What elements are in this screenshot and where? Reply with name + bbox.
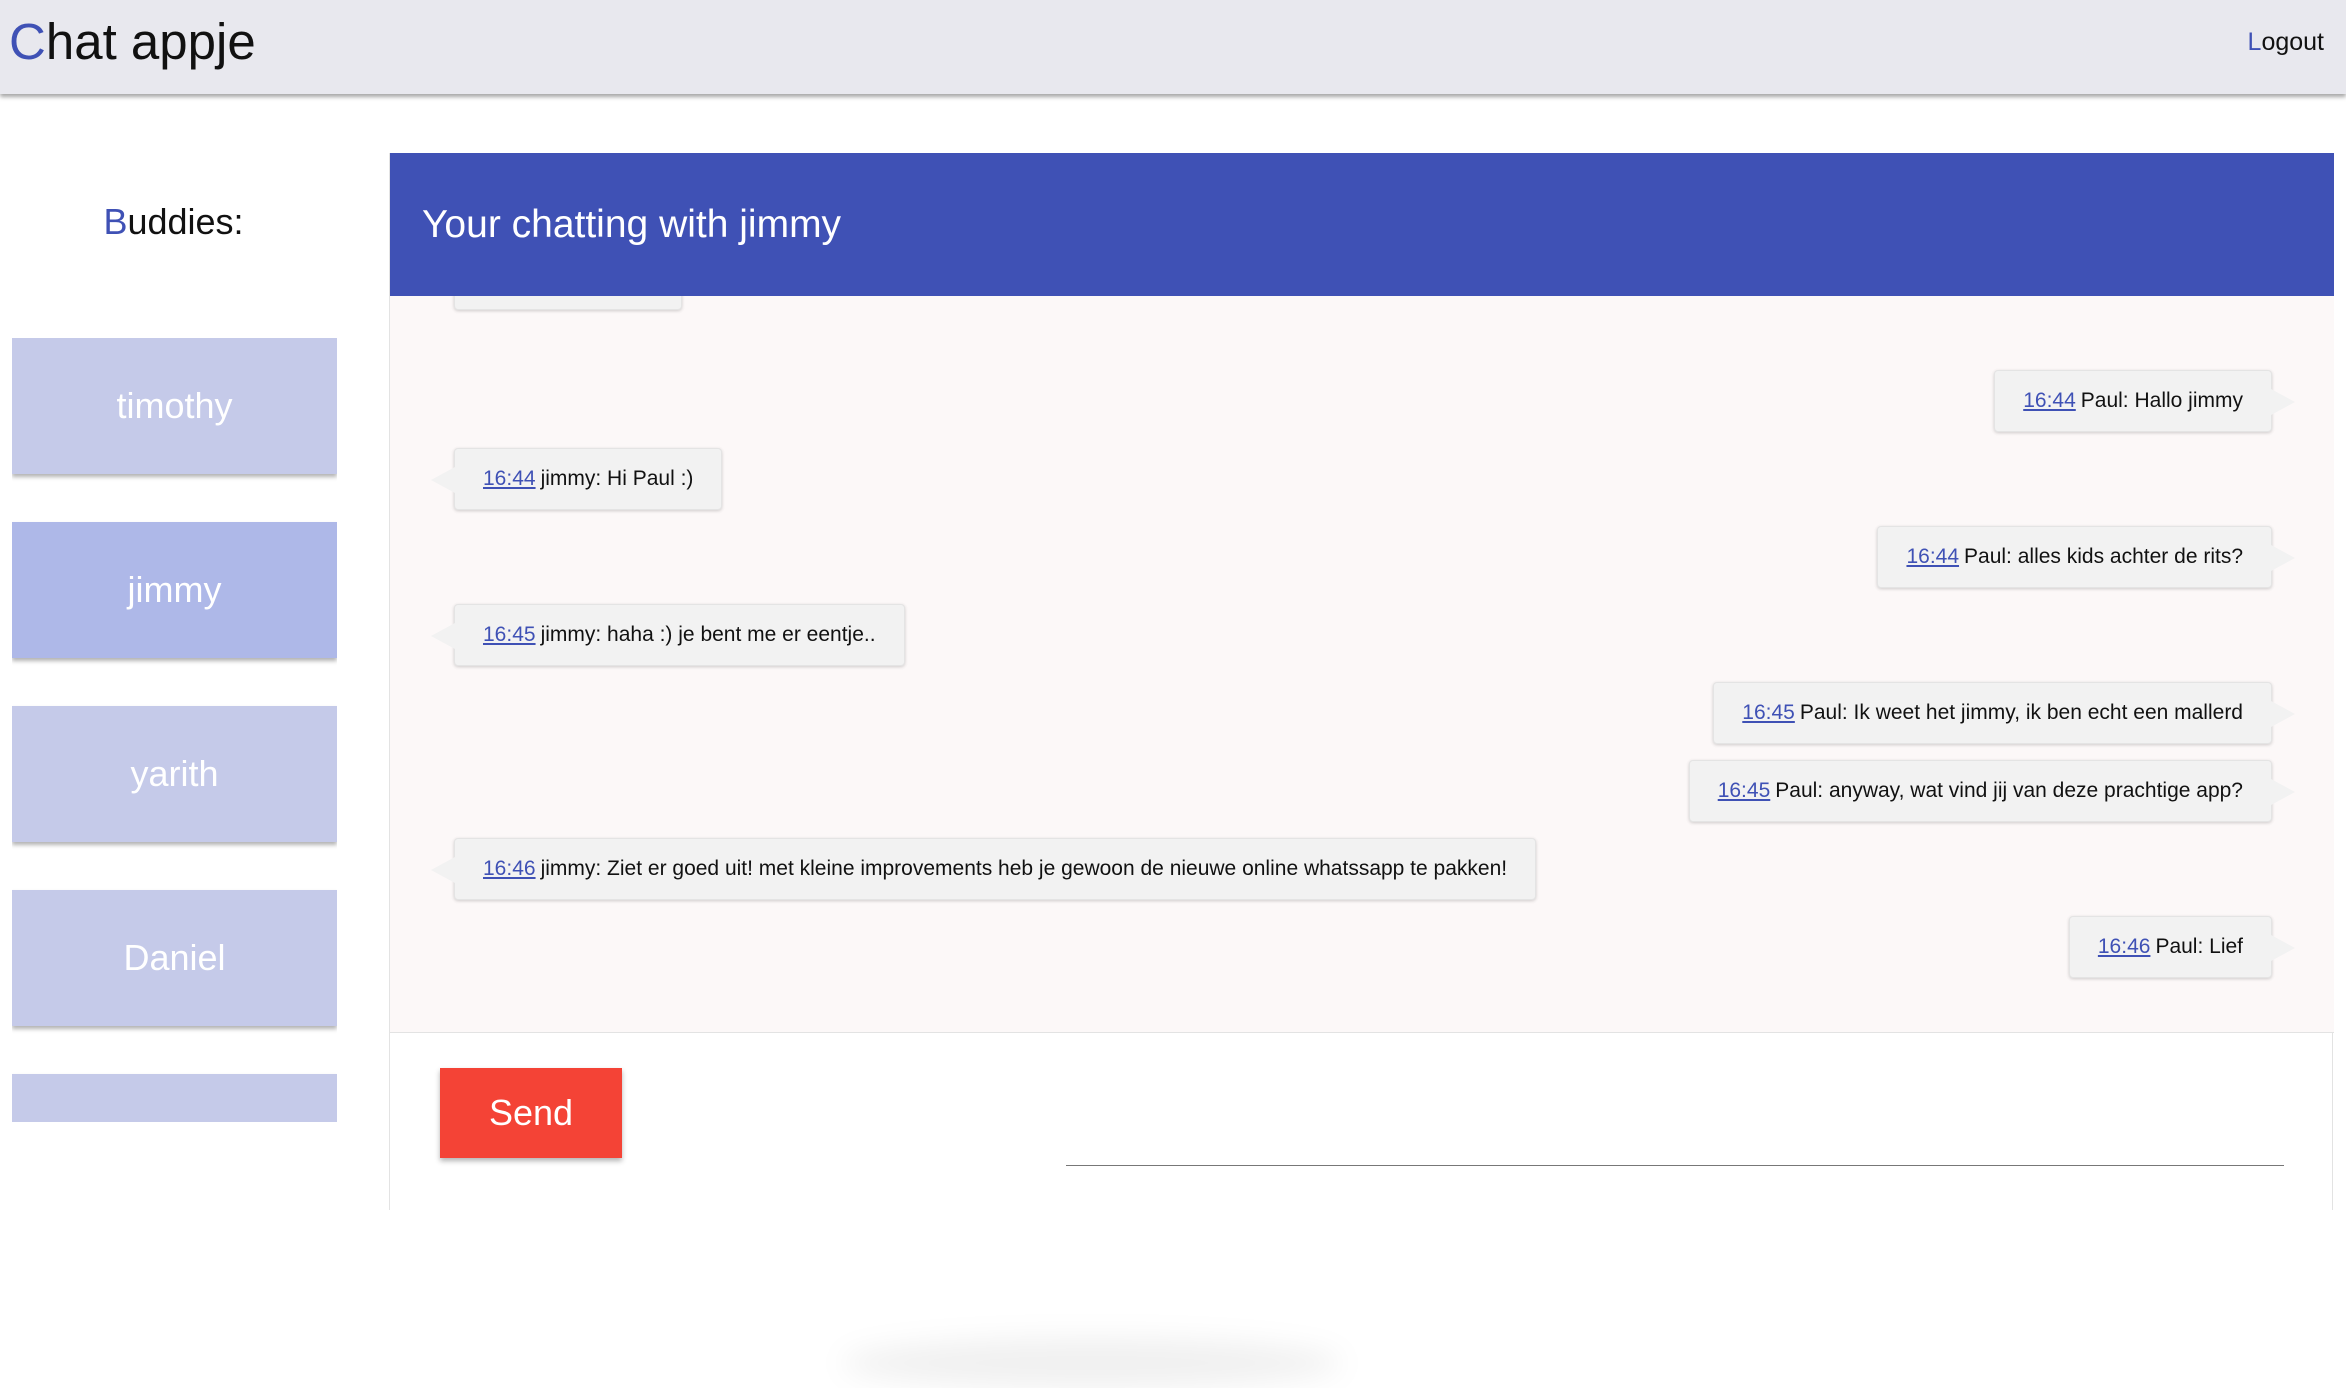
buddy-name: timothy xyxy=(116,385,233,426)
message-bubble: 16:44 Paul: alles kids achter de rits? xyxy=(1877,526,2295,588)
message-bubble: 16:46 jimmy: Ziet er goed uit! met kleine… xyxy=(430,838,1537,900)
logout-rest: ogout xyxy=(2261,28,2324,56)
send-button[interactable]: Send xyxy=(440,1068,622,1158)
message-bubble: 16:45 Paul: Ik weet het jimmy, ik ben ech… xyxy=(1713,682,2295,744)
message-time-link[interactable]: 16:45 xyxy=(483,623,536,646)
message-list[interactable]: 16:44 Paul: Hallo jimmy 16:44 jimmy: Hi Pa… xyxy=(390,296,2334,1033)
message-text: jimmy: Hi Paul :) xyxy=(540,467,694,490)
chat-title: Your chatting with jimmy xyxy=(390,153,2334,296)
buddy-name: yarith xyxy=(130,753,219,794)
message-bubble: 16:44 Paul: Hallo jimmy xyxy=(1994,370,2295,432)
buddy-item-partial[interactable] xyxy=(12,1074,337,1122)
buddies-heading-initial: B xyxy=(103,201,128,242)
message-time-link[interactable]: 16:45 xyxy=(1742,701,1795,724)
logout-initial: L xyxy=(2247,28,2262,56)
chat-panel: Your chatting with jimmy 16:44 Paul: Hall… xyxy=(389,153,2334,1388)
message-time-link[interactable]: 16:45 xyxy=(1718,779,1771,802)
buddies-heading-rest: uddies: xyxy=(127,201,244,242)
message-text: Paul: Ik weet het jimmy, ik ben echt een… xyxy=(1799,701,2243,724)
message-time-link[interactable]: 16:44 xyxy=(483,467,536,490)
message-bubble: 16:45 jimmy: haha :) je bent me er eentje… xyxy=(431,604,905,666)
message-text: Paul: Hallo jimmy xyxy=(2080,389,2243,412)
message-text: Paul: alles kids achter de rits? xyxy=(1964,545,2243,568)
buddies-heading: Buddies: xyxy=(0,198,347,246)
message-time-link[interactable]: 16:46 xyxy=(2098,935,2151,958)
buddy-name: jimmy xyxy=(127,569,222,610)
message-time-link[interactable]: 16:46 xyxy=(483,857,536,880)
message-input[interactable] xyxy=(1066,1128,2284,1166)
app-title: Chat appje xyxy=(9,12,256,72)
message-text: jimmy: Ziet er goed uit! met kleine impr… xyxy=(540,857,1508,880)
logout-link[interactable]: Logout xyxy=(2248,26,2324,58)
app-title-initial: C xyxy=(9,13,46,70)
message-bubble: 16:44 jimmy: Hi Paul :) xyxy=(430,448,723,510)
message-time-link[interactable]: 16:44 xyxy=(2023,389,2076,412)
buddy-item-yarith[interactable]: yarith xyxy=(12,706,337,842)
buddy-list: timothy jimmy yarith Daniel xyxy=(12,338,337,1122)
buddy-item-timothy[interactable]: timothy xyxy=(12,338,337,474)
app-title-rest: hat appje xyxy=(45,13,256,70)
buddy-item-jimmy[interactable]: jimmy xyxy=(12,522,337,658)
buddy-name: Daniel xyxy=(123,937,226,978)
message-text: jimmy: haha :) je bent me er eentje.. xyxy=(540,623,876,646)
message-bubble: 16:46 Paul: Lief xyxy=(2068,916,2296,978)
message-text: Paul: Lief xyxy=(2155,935,2243,958)
message-text: Paul: anyway, wat vind jij van deze prac… xyxy=(1775,779,2243,802)
buddy-item-daniel[interactable]: Daniel xyxy=(12,890,337,1026)
top-bar: Chat appje Logout xyxy=(0,0,2346,94)
bottom-shadow xyxy=(842,1338,1342,1388)
message-time-link[interactable]: 16:44 xyxy=(1906,545,1959,568)
message-bubble-partial xyxy=(454,296,682,310)
message-bubble: 16:45 Paul: anyway, wat vind jij van deze… xyxy=(1688,760,2296,822)
